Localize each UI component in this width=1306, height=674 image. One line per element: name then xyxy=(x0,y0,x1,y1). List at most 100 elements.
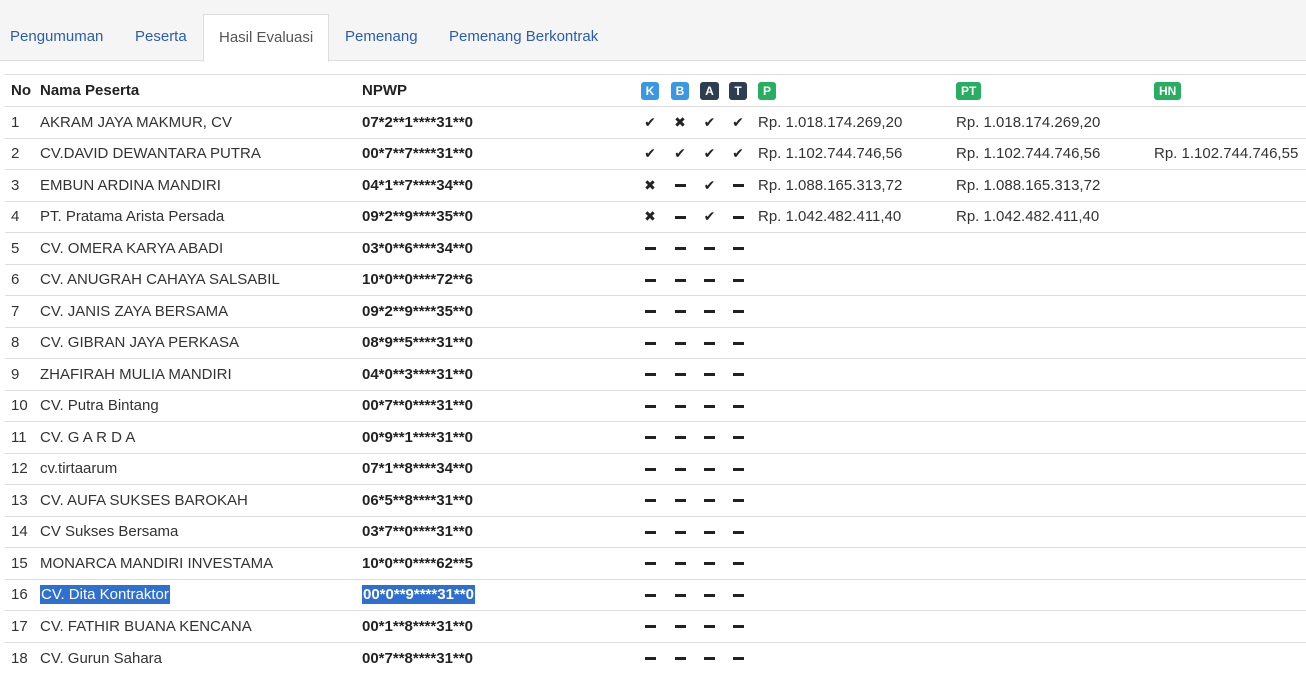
table-row[interactable]: 7 CV. JANIS ZAYA BERSAMA 09*2**9****35**0 xyxy=(5,295,1306,327)
row-penawaran: Rp. 1.018.174.269,20 xyxy=(752,106,950,138)
table-row[interactable]: 1 AKRAM JAYA MAKMUR, CV 07*2**1****31**0 ✔ ✖… xyxy=(5,106,1306,138)
table-row[interactable]: 18 CV. Gurun Sahara 00*7**8****31**0 xyxy=(5,641,1306,674)
status-b xyxy=(665,295,695,327)
table-row[interactable]: 11 CV. G A R D A 00*9**1****31**0 xyxy=(5,421,1306,453)
row-no: 11 xyxy=(5,421,34,453)
row-nama-peserta: CV. GIBRAN JAYA PERKASA xyxy=(34,326,356,359)
dash-icon xyxy=(644,657,656,661)
dash-icon xyxy=(644,278,656,282)
table-row[interactable]: 5 CV. OMERA KARYA ABADI 03*0**6****34**0 xyxy=(5,232,1306,264)
row-nama-peserta: CV. OMERA KARYA ABADI xyxy=(34,232,356,264)
status-k xyxy=(635,547,665,579)
dash-icon xyxy=(732,625,744,629)
row-no: 1 xyxy=(5,106,34,138)
status-t xyxy=(724,169,752,201)
badge-b: B xyxy=(670,81,690,100)
table-row[interactable]: 14 CV Sukses Bersama 03*7**0****31**0 xyxy=(5,515,1306,548)
status-a xyxy=(695,484,724,516)
check-icon: ✔ xyxy=(732,145,744,162)
status-t: ✔ xyxy=(724,106,752,138)
row-harga-negosiasi xyxy=(1148,295,1306,327)
status-a: ✔ xyxy=(695,137,724,170)
row-nama-peserta: CV. FATHIR BUANA KENCANA xyxy=(34,610,356,642)
table-row[interactable]: 17 CV. FATHIR BUANA KENCANA 00*1**8****31*… xyxy=(5,610,1306,642)
status-b xyxy=(665,515,695,548)
row-penawaran: Rp. 1.102.744.746,56 xyxy=(752,137,950,170)
status-a xyxy=(695,452,724,485)
status-a: ✔ xyxy=(695,169,724,201)
dash-icon xyxy=(732,373,744,377)
status-k xyxy=(635,452,665,485)
row-nama-peserta: ZHAFIRAH MULIA MANDIRI xyxy=(34,358,356,390)
row-harga-negosiasi xyxy=(1148,263,1306,296)
dash-icon xyxy=(732,341,744,345)
dash-icon xyxy=(704,657,715,661)
dash-icon xyxy=(674,404,686,408)
check-icon: ✔ xyxy=(674,145,686,162)
dash-icon xyxy=(732,278,744,282)
status-k: ✖ xyxy=(635,200,665,233)
status-t: ✔ xyxy=(724,137,752,170)
table-row[interactable]: 13 CV. AUFA SUKSES BAROKAH 06*5**8****31**… xyxy=(5,484,1306,516)
status-a: ✔ xyxy=(695,200,724,233)
status-b xyxy=(665,200,695,233)
row-nama-peserta: AKRAM JAYA MAKMUR, CV xyxy=(34,106,356,138)
col-header-no: No xyxy=(5,74,34,107)
status-b xyxy=(665,610,695,642)
row-penawaran-terkoreksi xyxy=(950,610,1148,642)
table-row[interactable]: 2 CV.DAVID DEWANTARA PUTRA 00*7**7****31**… xyxy=(5,137,1306,170)
status-t xyxy=(724,295,752,327)
row-npwp: 00*9**1****31**0 xyxy=(356,421,635,453)
table-row[interactable]: 8 CV. GIBRAN JAYA PERKASA 08*9**5****31**0 xyxy=(5,326,1306,359)
table-row[interactable]: 4 PT. Pratama Arista Persada 09*2**9****35… xyxy=(5,200,1306,233)
table-row[interactable]: 9 ZHAFIRAH MULIA MANDIRI 04*0**3****31**0 xyxy=(5,358,1306,390)
row-npwp: 09*2**9****35**0 xyxy=(356,295,635,327)
dash-icon xyxy=(732,436,744,440)
table-row[interactable]: 12 cv.tirtaarum 07*1**8****34**0 xyxy=(5,452,1306,485)
tab-peserta[interactable]: Peserta xyxy=(135,14,187,61)
row-nama-peserta: CV. AUFA SUKSES BAROKAH xyxy=(34,484,356,516)
status-t xyxy=(724,200,752,233)
status-k xyxy=(635,389,665,422)
tab-pemenang[interactable]: Pemenang xyxy=(345,14,418,61)
check-icon: ✔ xyxy=(703,145,716,162)
dash-icon xyxy=(704,310,715,314)
table-row[interactable]: 16 CV. Dita Kontraktor 00*0**9****31**0 xyxy=(5,578,1306,611)
status-a xyxy=(695,232,724,264)
row-penawaran-terkoreksi xyxy=(950,358,1148,390)
status-k xyxy=(635,326,665,359)
row-no: 9 xyxy=(5,358,34,390)
tab-pemenang-berkontrak[interactable]: Pemenang Berkontrak xyxy=(449,14,598,61)
table-row[interactable]: 15 MONARCA MANDIRI INVESTAMA 10*0**0****62… xyxy=(5,547,1306,579)
status-k: ✖ xyxy=(635,169,665,201)
row-no: 16 xyxy=(5,578,34,611)
row-harga-negosiasi xyxy=(1148,641,1306,674)
row-harga-negosiasi xyxy=(1148,106,1306,138)
dash-icon xyxy=(732,404,744,408)
check-icon: ✔ xyxy=(644,113,656,130)
row-harga-negosiasi xyxy=(1148,421,1306,453)
dash-icon xyxy=(644,625,656,629)
dash-icon xyxy=(704,247,715,251)
table-row[interactable]: 3 EMBUN ARDINA MANDIRI 04*1**7****34**0 ✖ ✔ R… xyxy=(5,169,1306,201)
table-row[interactable]: 6 CV. ANUGRAH CAHAYA SALSABIL 10*0**0****7… xyxy=(5,263,1306,296)
row-penawaran-terkoreksi xyxy=(950,295,1148,327)
col-header-npwp: NPWP xyxy=(356,74,635,107)
row-npwp: 00*1**8****31**0 xyxy=(356,610,635,642)
table-row[interactable]: 10 CV. Putra Bintang 00*7**0****31**0 xyxy=(5,389,1306,422)
status-t xyxy=(724,641,752,674)
status-t xyxy=(724,515,752,548)
status-b xyxy=(665,421,695,453)
row-nama-peserta: CV. G A R D A xyxy=(34,421,356,453)
status-b xyxy=(665,578,695,611)
row-npwp-selected-text: 00*0**9****31**0 xyxy=(362,585,475,605)
status-k xyxy=(635,515,665,548)
dash-icon xyxy=(644,467,656,471)
row-npwp: 00*7**0****31**0 xyxy=(356,389,635,422)
dash-icon xyxy=(732,215,744,219)
tab-pengumuman[interactable]: Pengumuman xyxy=(10,14,103,61)
status-a xyxy=(695,641,724,674)
badge-k: K xyxy=(640,81,660,100)
dash-icon xyxy=(704,625,715,629)
tab-hasil-evaluasi[interactable]: Hasil Evaluasi xyxy=(203,14,330,62)
